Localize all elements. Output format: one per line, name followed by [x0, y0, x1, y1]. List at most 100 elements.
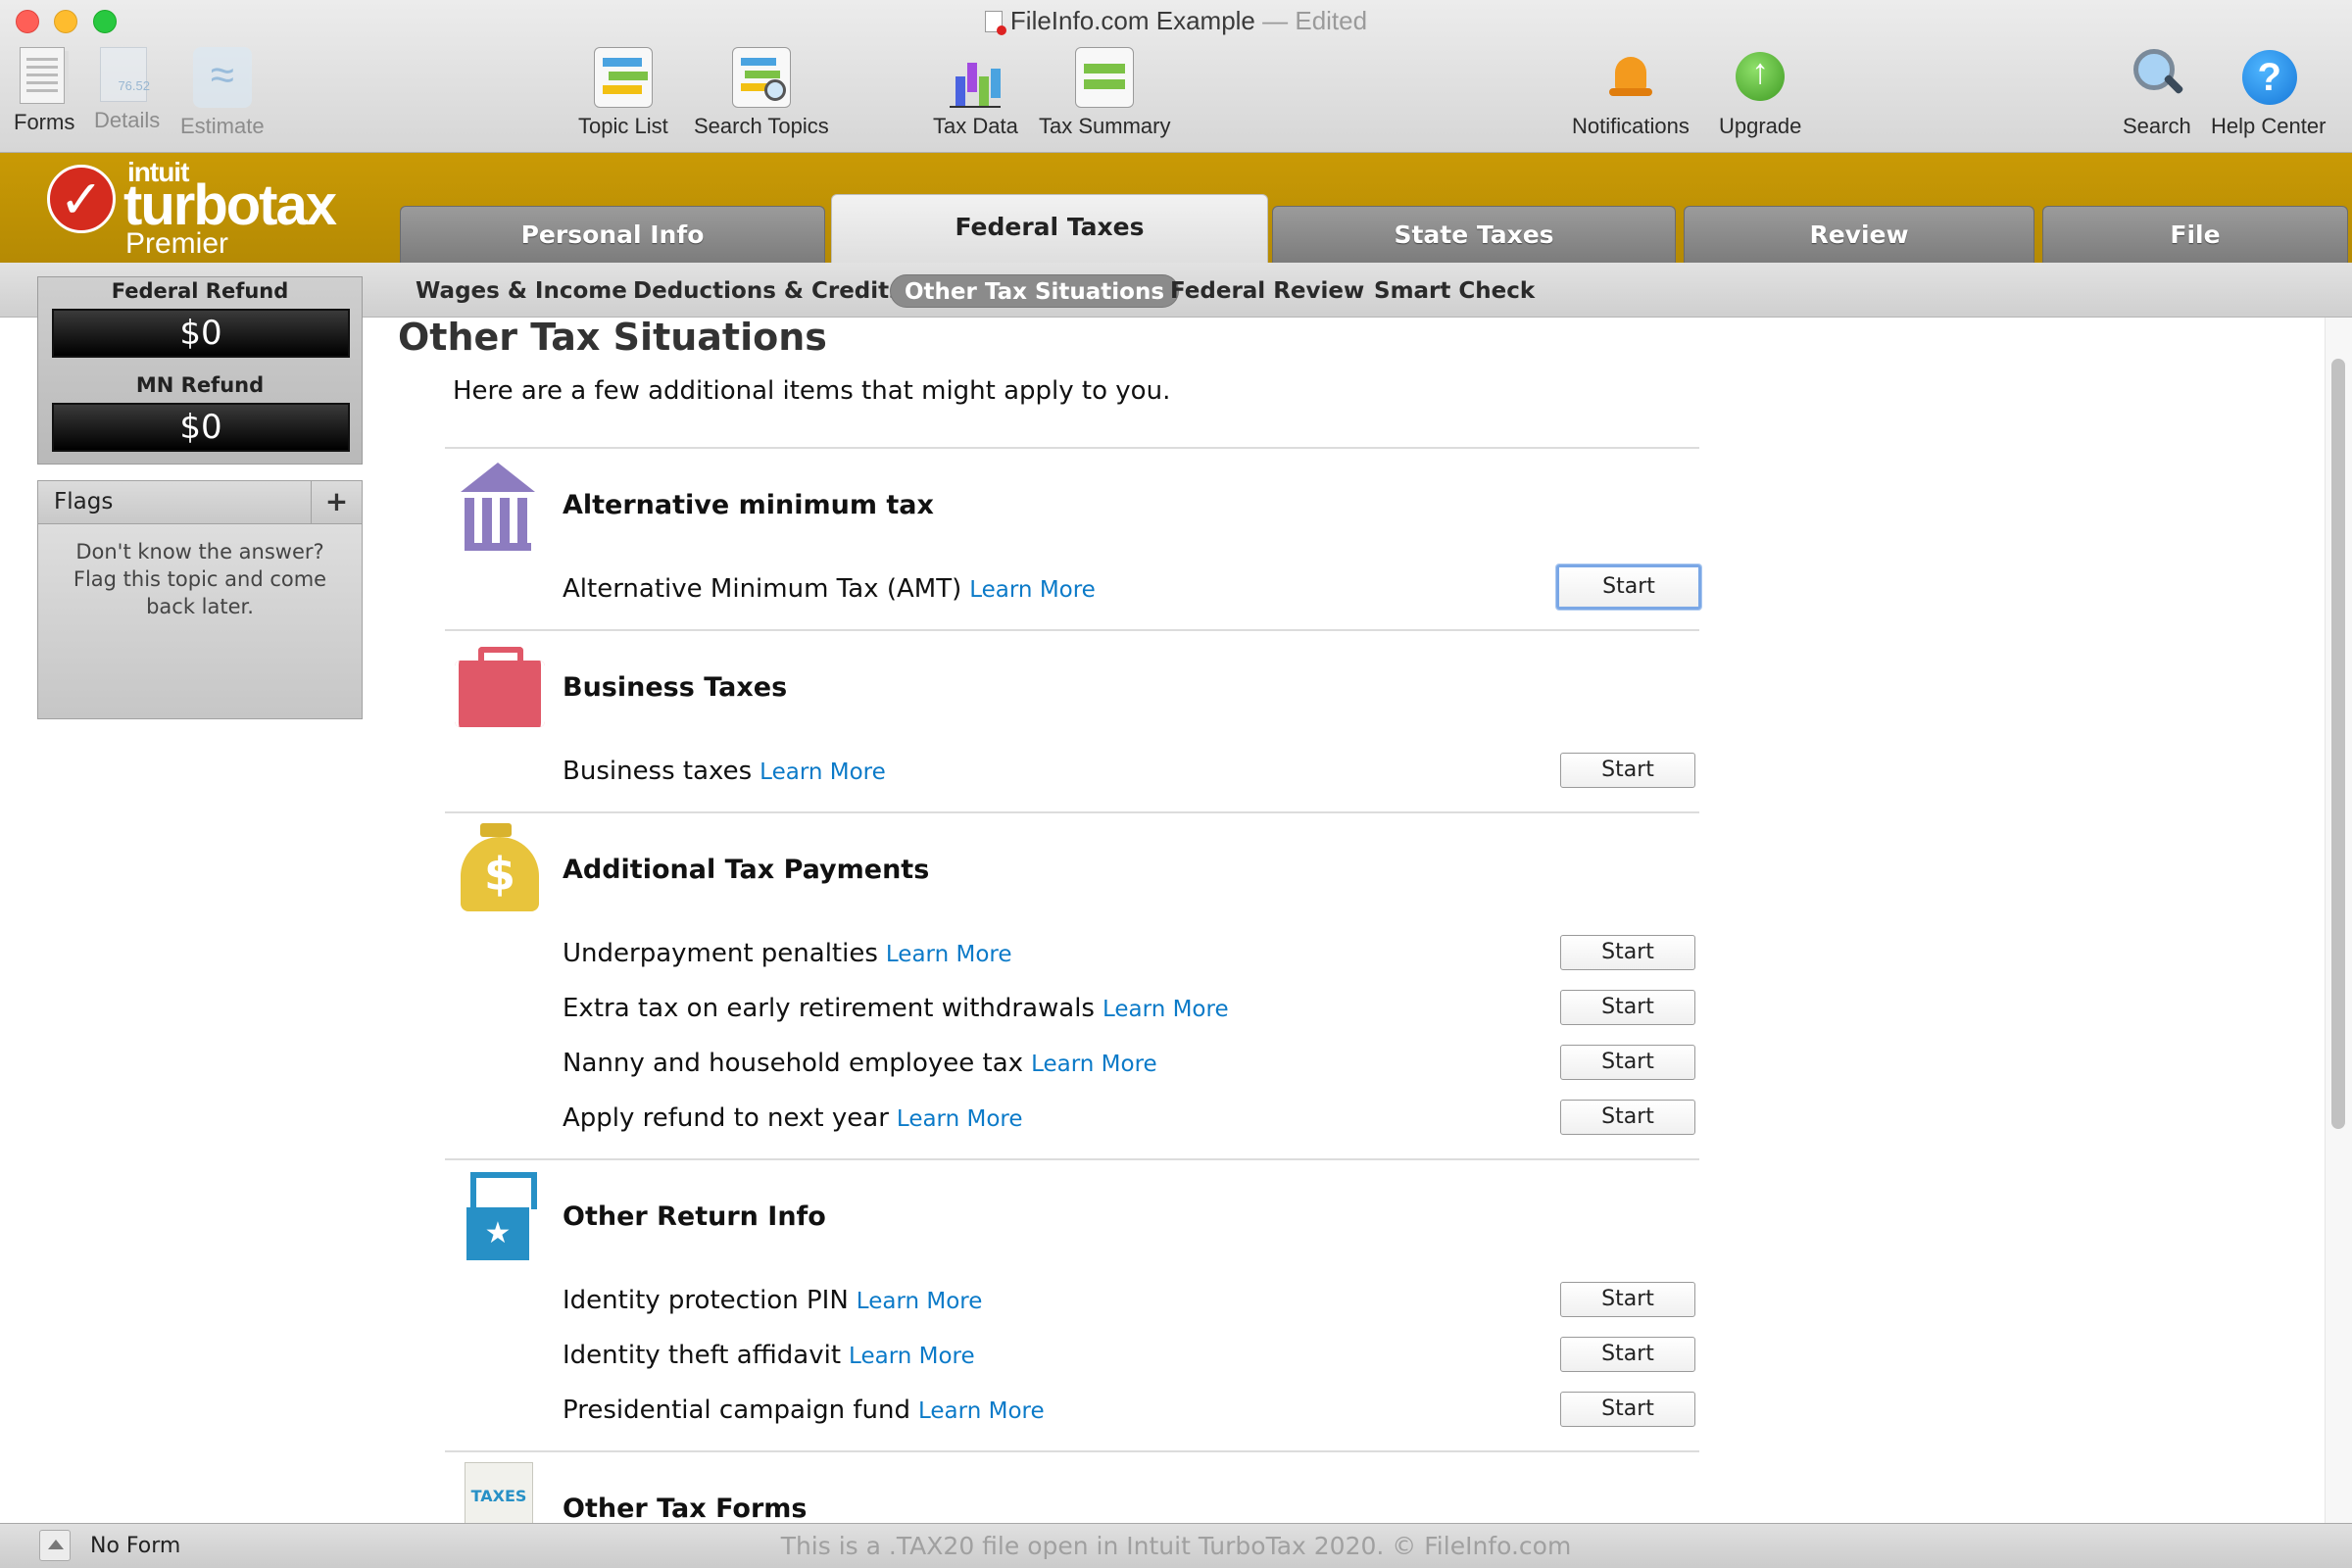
- list-item: Identity theft affidavit Learn More Start: [563, 1337, 1699, 1376]
- list-item: Identity protection PIN Learn More Start: [563, 1282, 1699, 1321]
- tab-file[interactable]: File: [2042, 206, 2348, 263]
- learn-more-link[interactable]: Learn More: [760, 760, 886, 785]
- item-label: Presidential campaign fund Learn More: [563, 1396, 1045, 1425]
- topic-list-label: Topic List: [578, 114, 668, 138]
- form-panel-toggle-button[interactable]: [39, 1530, 71, 1561]
- flags-panel: Flags + Don't know the answer? Flag this…: [37, 480, 363, 719]
- item-text: Presidential campaign fund: [563, 1396, 910, 1425]
- window-title: FileInfo.com Example — Edited: [0, 6, 2352, 36]
- document-icon: [984, 11, 1006, 35]
- learn-more-link[interactable]: Learn More: [1102, 997, 1229, 1022]
- item-label: Identity theft affidavit Learn More: [563, 1341, 975, 1370]
- ballot-box-icon: [451, 1168, 541, 1266]
- learn-more-link[interactable]: Learn More: [849, 1344, 975, 1369]
- list-item: Nanny and household employee tax Learn Mo…: [563, 1045, 1699, 1084]
- start-button[interactable]: Start: [1560, 1392, 1695, 1427]
- list-item: Apply refund to next year Learn More Star…: [563, 1100, 1699, 1139]
- learn-more-link[interactable]: Learn More: [1031, 1052, 1157, 1077]
- upgrade-button[interactable]: Upgrade: [1719, 47, 1801, 139]
- section-title: Other Tax Forms: [563, 1494, 808, 1523]
- topic-list-icon: [593, 47, 653, 108]
- start-button[interactable]: Start: [1560, 1337, 1695, 1372]
- help-center-label: Help Center: [2211, 114, 2327, 138]
- bank-icon: [451, 455, 541, 553]
- federal-refund-value[interactable]: $0: [52, 309, 350, 358]
- item-text: Alternative Minimum Tax (AMT): [563, 574, 962, 604]
- help-icon: [2239, 47, 2298, 108]
- status-note: This is a .TAX20 file open in Intuit Tur…: [780, 1532, 1572, 1560]
- subnav-wages-income[interactable]: Wages & Income: [402, 274, 641, 308]
- turbotax-checkmark-logo: [47, 165, 116, 233]
- page-title: Other Tax Situations: [398, 316, 827, 359]
- forms-button[interactable]: Forms: [14, 47, 74, 135]
- start-button[interactable]: Start: [1556, 564, 1701, 610]
- list-item: Underpayment penalties Learn More Start: [563, 935, 1699, 974]
- upgrade-arrow-icon: [1731, 47, 1789, 108]
- current-form-label: No Form: [90, 1534, 181, 1558]
- section-title: Additional Tax Payments: [563, 855, 930, 885]
- item-text: Nanny and household employee tax: [563, 1049, 1024, 1078]
- tax-summary-button[interactable]: Tax Summary: [1039, 47, 1170, 139]
- money-bag-icon: [451, 821, 541, 919]
- section-other-return-info: Other Return Info Identity protection PI…: [445, 1158, 1699, 1450]
- search-topics-icon: [731, 47, 791, 108]
- section-alternative-minimum-tax: Alternative minimum tax Alternative Mini…: [445, 447, 1701, 629]
- subnav-other-tax-situations[interactable]: Other Tax Situations: [890, 274, 1180, 308]
- learn-more-link[interactable]: Learn More: [897, 1106, 1023, 1132]
- subnav-federal-review[interactable]: Federal Review: [1156, 274, 1378, 308]
- tax-forms-icon: [465, 1462, 533, 1523]
- edited-indicator: — Edited: [1262, 6, 1368, 35]
- tab-review[interactable]: Review: [1684, 206, 2034, 263]
- learn-more-link[interactable]: Learn More: [886, 942, 1012, 967]
- tax-summary-label: Tax Summary: [1039, 114, 1171, 138]
- learn-more-link[interactable]: Learn More: [857, 1289, 983, 1314]
- search-topics-label: Search Topics: [694, 114, 829, 138]
- flags-help-text: Don't know the answer? Flag this topic a…: [73, 540, 327, 618]
- add-flag-button[interactable]: +: [311, 481, 362, 524]
- start-button[interactable]: Start: [1560, 990, 1695, 1025]
- estimate-button[interactable]: Estimate: [180, 47, 265, 139]
- item-label: Business taxes Learn More: [563, 757, 886, 786]
- notifications-button[interactable]: Notifications: [1572, 47, 1690, 139]
- item-label: Identity protection PIN Learn More: [563, 1286, 982, 1315]
- state-refund-value[interactable]: $0: [52, 403, 350, 452]
- start-button[interactable]: Start: [1560, 753, 1695, 788]
- window-title-text: FileInfo.com Example: [1009, 6, 1255, 35]
- tab-state-taxes[interactable]: State Taxes: [1272, 206, 1676, 263]
- tax-summary-icon: [1075, 47, 1135, 108]
- section-title: Business Taxes: [563, 672, 788, 703]
- list-item: Extra tax on early retirement withdrawal…: [563, 990, 1699, 1029]
- search-topics-button[interactable]: Search Topics: [694, 47, 829, 139]
- start-button[interactable]: Start: [1560, 1282, 1695, 1317]
- topic-list-button[interactable]: Topic List: [578, 47, 668, 139]
- search-button[interactable]: Search: [2123, 47, 2191, 139]
- subnav-smart-check[interactable]: Smart Check: [1360, 274, 1548, 308]
- item-text: Business taxes: [563, 757, 753, 786]
- item-text: Identity theft affidavit: [563, 1341, 842, 1370]
- estimate-label: Estimate: [180, 114, 265, 138]
- learn-more-link[interactable]: Learn More: [918, 1398, 1045, 1424]
- details-label: Details: [94, 108, 161, 132]
- help-center-button[interactable]: Help Center: [2211, 47, 2326, 139]
- item-label: Apply refund to next year Learn More: [563, 1103, 1023, 1133]
- scrollbar-thumb[interactable]: [2331, 359, 2345, 1129]
- magnifier-icon: [2128, 47, 2186, 108]
- item-label: Underpayment penalties Learn More: [563, 939, 1012, 968]
- item-text: Apply refund to next year: [563, 1103, 889, 1133]
- forms-icon: [20, 47, 65, 104]
- edition-label: Premier: [125, 227, 229, 260]
- list-item: Business taxes Learn More Start: [563, 753, 1699, 792]
- section-other-tax-forms: Other Tax Forms: [445, 1450, 1699, 1523]
- start-button[interactable]: Start: [1560, 1100, 1695, 1135]
- tab-personal-info[interactable]: Personal Info: [400, 206, 825, 263]
- subnav-deductions-credits[interactable]: Deductions & Credits: [619, 274, 916, 308]
- start-button[interactable]: Start: [1560, 935, 1695, 970]
- section-title: Other Return Info: [563, 1201, 826, 1232]
- briefcase-icon: [451, 641, 545, 739]
- learn-more-link[interactable]: Learn More: [969, 577, 1096, 603]
- start-button[interactable]: Start: [1560, 1045, 1695, 1080]
- tab-federal-taxes[interactable]: Federal Taxes: [831, 194, 1268, 265]
- details-button[interactable]: Details: [94, 47, 160, 133]
- tax-data-button[interactable]: Tax Data: [933, 47, 1018, 139]
- section-title: Alternative minimum tax: [563, 490, 934, 520]
